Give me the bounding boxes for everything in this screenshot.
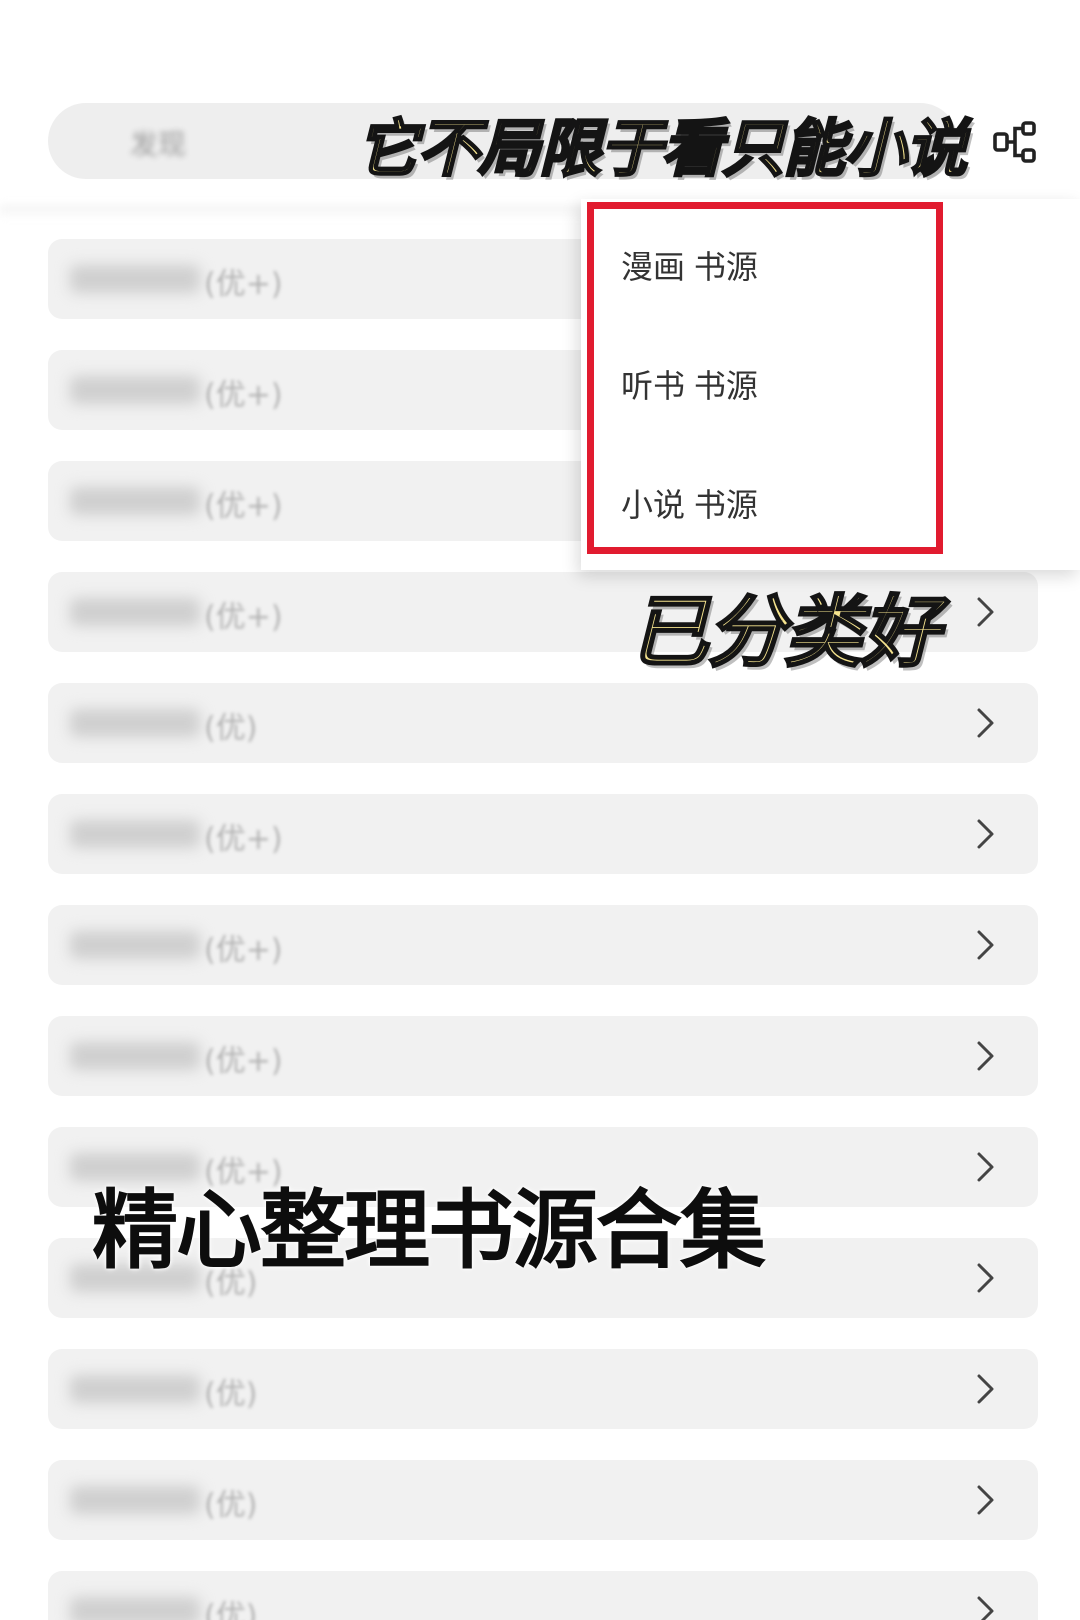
search-placeholder: 发现	[130, 128, 187, 161]
chevron-right-icon	[977, 597, 994, 627]
source-name-blurred	[70, 1042, 200, 1070]
source-name-blurred	[70, 376, 200, 404]
menu-button[interactable]	[988, 115, 1042, 169]
source-name-blurred	[70, 265, 200, 293]
source-name-blurred	[70, 820, 200, 848]
source-name-blurred	[70, 487, 200, 515]
chevron-right-icon	[977, 1041, 994, 1071]
source-name-blurred	[70, 709, 200, 737]
chevron-right-icon	[977, 708, 994, 738]
source-grade: (优+)	[204, 378, 283, 413]
list-item[interactable]: (优+)	[48, 794, 1038, 874]
caption-collection: 精心整理书源合集	[92, 1181, 766, 1281]
list-item[interactable]: (优)	[48, 1571, 1038, 1620]
source-name-blurred	[70, 1597, 200, 1620]
source-grade: (优)	[204, 1599, 258, 1620]
chevron-right-icon	[977, 1152, 994, 1182]
chevron-right-icon	[977, 1374, 994, 1404]
highlight-box	[587, 202, 943, 554]
caption-top: 它不局限于看只能小说	[355, 111, 969, 187]
source-name-blurred	[70, 1486, 200, 1514]
source-name-blurred	[70, 1375, 200, 1403]
source-name-blurred	[70, 931, 200, 959]
chevron-right-icon	[977, 930, 994, 960]
source-grade: (优+)	[204, 1044, 283, 1079]
source-grade: (优+)	[204, 489, 283, 524]
source-grade: (优)	[204, 1488, 258, 1523]
list-item[interactable]: (优+)	[48, 905, 1038, 985]
chevron-right-icon	[977, 1596, 994, 1620]
list-item[interactable]: (优)	[48, 1349, 1038, 1429]
source-grade: (优+)	[204, 267, 283, 302]
node-tree-icon	[993, 121, 1036, 163]
source-grade: (优+)	[204, 933, 283, 968]
list-item[interactable]: (优+)	[48, 1016, 1038, 1096]
source-grade: (优)	[204, 711, 258, 746]
chevron-right-icon	[977, 1263, 994, 1293]
source-name-blurred	[70, 598, 200, 626]
list-item[interactable]: (优)	[48, 1460, 1038, 1540]
source-grade: (优+)	[204, 600, 283, 635]
chevron-right-icon	[977, 1485, 994, 1515]
source-grade: (优+)	[204, 822, 283, 857]
caption-sorted: 已分类好	[629, 587, 941, 680]
chevron-right-icon	[977, 819, 994, 849]
list-item[interactable]: (优)	[48, 683, 1038, 763]
source-grade: (优)	[204, 1377, 258, 1412]
